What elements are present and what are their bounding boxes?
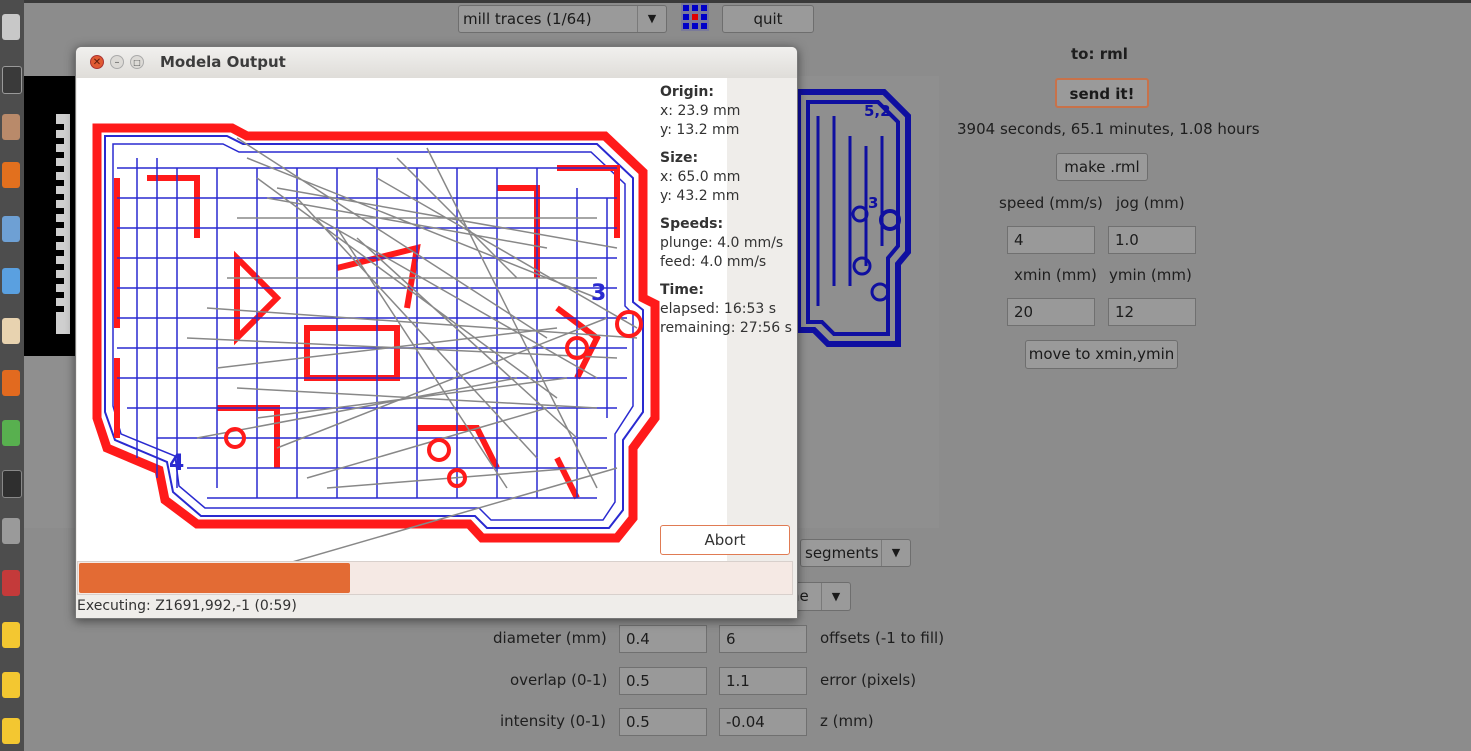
speed-input[interactable]: 4 [1007,226,1095,254]
maximize-icon[interactable]: □ [130,55,144,69]
feed-speed: feed: 4.0 mm/s [660,254,767,270]
launcher-icon-python3[interactable] [2,718,20,744]
minimize-icon[interactable]: – [110,55,124,69]
chevron-down-icon[interactable]: ▼ [881,540,910,566]
origin-y: y: 13.2 mm [660,122,740,138]
info-panel: Origin: x: 23.9 mm y: 13.2 mm Size: x: 6… [660,83,800,338]
segments-dropdown-label: segments [805,544,879,562]
bg-label-3: 3 [868,194,878,212]
launcher-icon-files[interactable] [2,114,20,140]
send-it-button[interactable]: send it! [1055,78,1149,108]
abort-button[interactable]: Abort [660,525,790,555]
dialog-titlebar[interactable]: ✕ – □ Modela Output [76,47,797,78]
speeds-heading: Speeds: [660,216,724,232]
offsets-input[interactable]: 6 [719,625,807,653]
launcher-icon-home[interactable] [2,318,20,344]
launcher-icon-red[interactable] [2,570,20,596]
z-input[interactable]: -0.04 [719,708,807,736]
make-rml-button[interactable]: make .rml [1056,153,1148,181]
error-input[interactable]: 1.1 [719,667,807,695]
speed-label: speed (mm/s) [999,194,1103,212]
top-panel-edge [24,0,1471,3]
image-preview-panel [24,76,80,356]
preview-image [56,114,70,334]
ymin-input[interactable]: 12 [1108,298,1196,326]
launcher-icon-terminal[interactable] [2,66,22,94]
launcher-icon-python[interactable] [2,622,20,648]
launcher-icon-firefox[interactable] [2,162,20,188]
intensity-input[interactable]: 0.5 [619,708,707,736]
launcher-icon-app[interactable] [2,268,20,294]
plunge-speed: plunge: 4.0 mm/s [660,235,784,251]
intensity-label: intensity (0-1) [500,712,607,730]
output-format-label: to: rml [1071,45,1128,63]
status-text: Executing: Z1691,992,-1 (0:59) [77,598,297,614]
move-to-xmin-ymin-button[interactable]: move to xmin,ymin [1025,340,1178,369]
segments-dropdown[interactable]: segments ▼ [800,539,911,567]
launcher-icon-impress[interactable] [2,370,20,396]
launcher-icon-inkscape[interactable] [2,470,22,498]
xmin-input[interactable]: 20 [1007,298,1095,326]
background-toolpath-preview: 5,2 3 [795,89,911,347]
size-x: x: 65.0 mm [660,169,741,185]
launcher-icon-dash[interactable] [2,14,20,40]
launcher-bar [0,0,24,751]
time-heading: Time: [660,282,705,298]
diameter-label: diameter (mm) [493,629,607,647]
quit-button[interactable]: quit [722,5,814,33]
remaining-time: remaining: 27:56 s [660,320,792,336]
ymin-label: ymin (mm) [1109,266,1192,284]
toolpath-svg: 3 4 [92,123,660,601]
offsets-label: offsets (-1 to fill) [820,629,945,647]
chevron-down-icon[interactable]: ▼ [637,6,666,32]
origin-x: x: 23.9 mm [660,103,741,119]
elapsed-time: elapsed: 16:53 s [660,301,777,317]
dialog-title: Modela Output [160,53,286,71]
pad-label-3: 3 [591,281,606,306]
bg-label-52: 5,2 [864,102,891,120]
modela-output-dialog: ✕ – □ Modela Output 3 4 Origin: x: 23.9 … [75,46,798,619]
mode-dropdown[interactable]: mill traces (1/64) ▼ [458,5,667,33]
grid-icon[interactable] [681,3,709,31]
overlap-input[interactable]: 0.5 [619,667,707,695]
launcher-icon-python2[interactable] [2,672,20,698]
progress-fill [79,563,350,593]
close-icon[interactable]: ✕ [90,55,104,69]
toolpath-plot: 3 4 [77,78,727,601]
launcher-icon-settings[interactable] [2,518,20,544]
chevron-down-icon[interactable]: ▼ [821,583,850,610]
xmin-label: xmin (mm) [1014,266,1097,284]
origin-heading: Origin: [660,84,714,100]
launcher-icon-writer[interactable] [2,216,20,242]
launcher-icon-calc[interactable] [2,420,20,446]
size-heading: Size: [660,150,699,166]
time-estimate: 3904 seconds, 65.1 minutes, 1.08 hours [957,120,1260,138]
pad-label-4: 4 [169,451,184,476]
progress-bar [77,561,793,595]
size-y: y: 43.2 mm [660,188,740,204]
error-label: error (pixels) [820,671,917,689]
jog-input[interactable]: 1.0 [1108,226,1196,254]
grid-icon-svg [683,5,707,29]
overlap-label: overlap (0-1) [510,671,608,689]
jog-label: jog (mm) [1116,194,1185,212]
mode-dropdown-label: mill traces (1/64) [463,10,592,28]
diameter-input[interactable]: 0.4 [619,625,707,653]
z-label: z (mm) [820,712,874,730]
